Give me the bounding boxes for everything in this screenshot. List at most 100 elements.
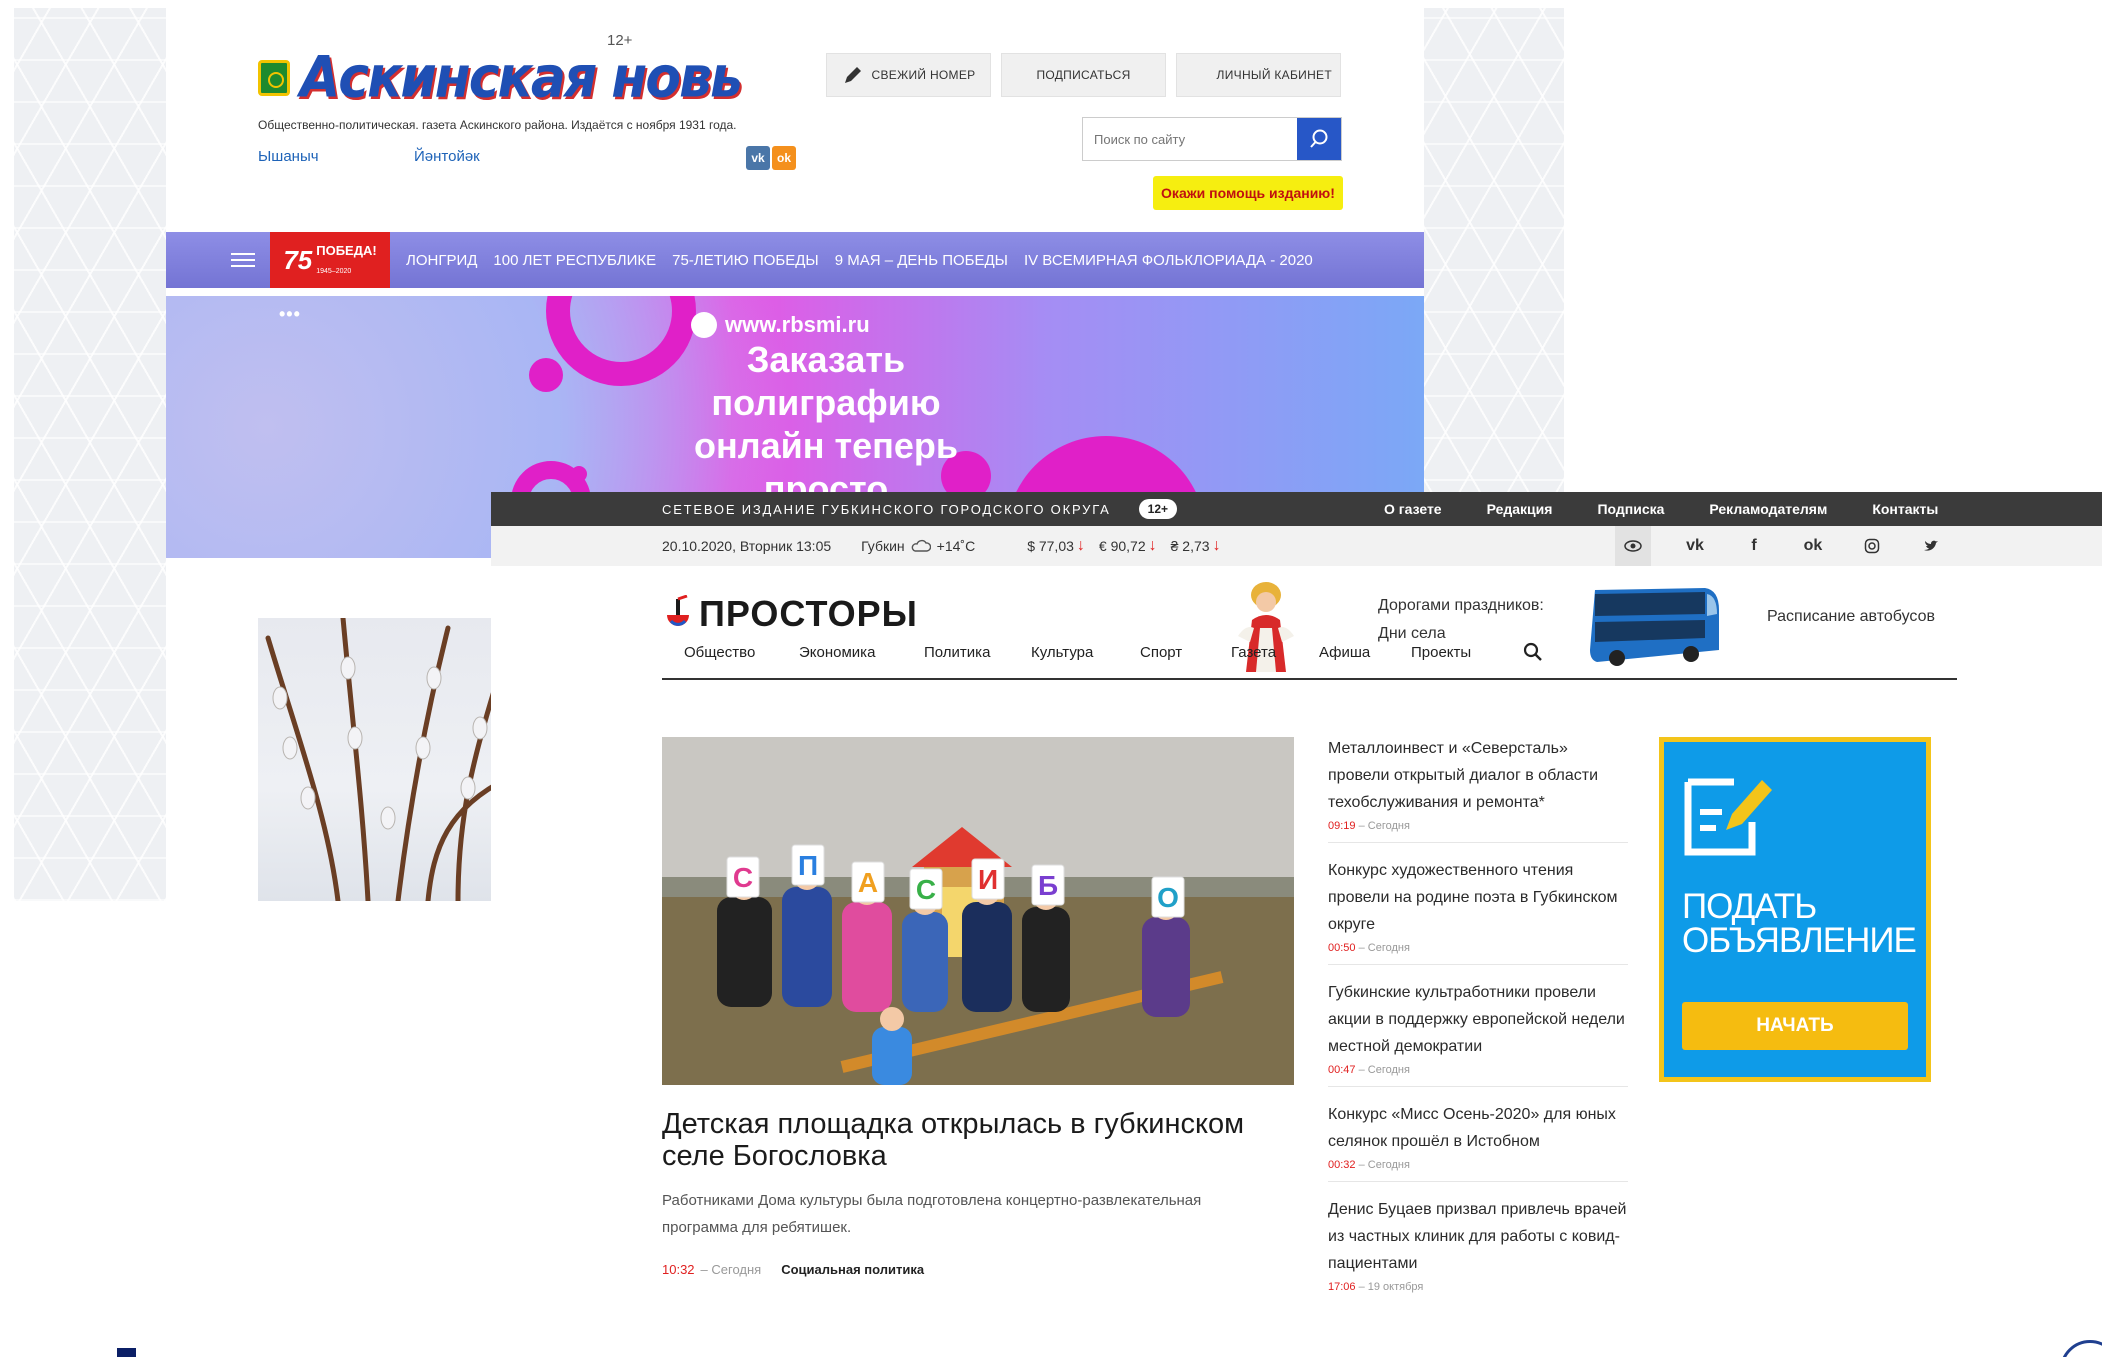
top-link-subscription[interactable]: Подписка: [1597, 501, 1664, 517]
list-item[interactable]: Металлоинвест и «Северсталь» провели отк…: [1328, 735, 1628, 843]
news-when: – Сегодня: [1358, 1064, 1410, 1076]
prostory-screenshot: СЕТЕВОЕ ИЗДАНИЕ ГУБКИНСКОГО ГОРОДСКОГО О…: [491, 492, 2102, 1357]
vk-icon[interactable]: vk: [746, 146, 770, 170]
banner-url-text: www.rbsmi.ru: [725, 312, 870, 337]
hero-photo[interactable]: С П А С И Б О: [662, 737, 1294, 1085]
nav-item-culture[interactable]: Культура: [1031, 644, 1093, 661]
personal-cabinet-label: ЛИЧНЫЙ КАБИНЕТ: [1216, 68, 1332, 82]
main-nav: 75 ПОБЕДА! 1945–2020 ЛОНГРИД 100 ЛЕТ РЕС…: [166, 232, 1424, 288]
subscribe-button[interactable]: ПОДПИСАТЬСЯ: [1001, 53, 1166, 97]
top-link-advertisers[interactable]: Рекламодателям: [1709, 501, 1827, 517]
top-link-editorial[interactable]: Редакция: [1487, 501, 1553, 517]
nav-item-afisha[interactable]: Афиша: [1319, 644, 1370, 661]
rate-uah: ₴ 2,73 ↓: [1171, 537, 1221, 555]
link-yantoyak[interactable]: Йәнтойәк: [414, 148, 480, 165]
search-icon[interactable]: [1523, 642, 1543, 662]
sign-letter: И: [978, 864, 998, 895]
search-input[interactable]: [1083, 118, 1297, 160]
news-when: – 19 октября: [1358, 1281, 1424, 1293]
age-rating: 12+: [607, 32, 633, 49]
ad-title-line: ПОДАТЬ: [1682, 887, 1817, 926]
nav-item-75-pobeda[interactable]: 75-ЛЕТИЮ ПОБЕДЫ: [672, 252, 819, 269]
rate-uah-value: ₴ 2,73: [1170, 538, 1210, 554]
hero-when: – Сегодня: [700, 1262, 762, 1277]
holidays-line: Дорогами праздников:: [1378, 597, 1544, 614]
fresh-issue-button[interactable]: СВЕЖИЙ НОМЕР: [826, 53, 991, 97]
site-logo[interactable]: Аскинская новь: [258, 45, 743, 111]
current-date: 20.10.2020, Вторник 13:05: [662, 538, 832, 554]
top-bar: СЕТЕВОЕ ИЗДАНИЕ ГУБКИНСКОГО ГОРОДСКОГО О…: [491, 492, 2102, 526]
list-item[interactable]: Губкинские культработники провели акции …: [1328, 979, 1628, 1087]
bus-schedule-link[interactable]: Расписание автобусов: [1767, 608, 1935, 626]
link-yshanych[interactable]: Ышаныч: [258, 148, 319, 165]
nav-divider: [662, 678, 1957, 680]
instagram-icon[interactable]: [1852, 526, 1892, 566]
personal-cabinet-button[interactable]: ЛИЧНЫЙ КАБИНЕТ: [1176, 53, 1341, 97]
tagline: Общественно-политическая. газета Аскинск…: [258, 118, 737, 132]
nav-item-longread[interactable]: ЛОНГРИД: [406, 252, 477, 269]
subscribe-label: ПОДПИСАТЬСЯ: [1036, 68, 1131, 82]
pobeda-number: 75: [283, 244, 313, 275]
ad-title: ПОДАТЬ ОБЪЯВЛЕНИЕ: [1682, 887, 1917, 958]
odnoklassniki-icon[interactable]: ok: [772, 146, 796, 170]
hero-time: 10:32: [662, 1262, 695, 1277]
list-item[interactable]: Денис Буцаев призвал привлечь врачей из …: [1328, 1196, 1628, 1303]
site-logo[interactable]: ПРОСТОРЫ: [663, 593, 918, 635]
banner-dots: •••: [279, 304, 301, 324]
top-link-contacts[interactable]: Контакты: [1872, 501, 1938, 517]
search-box: [1082, 117, 1342, 161]
nav-item-9-may[interactable]: 9 МАЯ – ДЕНЬ ПОБЕДЫ: [835, 252, 1008, 269]
menu-icon[interactable]: [231, 253, 255, 267]
search-icon: [1310, 129, 1328, 148]
pobeda-badge[interactable]: 75 ПОБЕДА! 1945–2020: [270, 232, 390, 288]
news-when: – Сегодня: [1358, 942, 1410, 954]
holidays-promo[interactable]: Дорогами праздников: Дни села: [1378, 592, 1544, 648]
start-button[interactable]: НАЧАТЬ: [1682, 1002, 1908, 1050]
nav-item-society[interactable]: Общество: [684, 644, 755, 661]
rate-eur: € 90,72 ↓: [1099, 537, 1157, 555]
hero-headline[interactable]: Детская площадка открылась в губкинском …: [662, 1108, 1302, 1172]
nav-item-economy[interactable]: Экономика: [799, 644, 875, 661]
news-list: Металлоинвест и «Северсталь» провели отк…: [1328, 735, 1628, 1317]
search-button[interactable]: [1297, 118, 1341, 160]
main-nav: Общество Экономика Политика Культура Спо…: [662, 644, 1957, 668]
banner-line: полиграфию: [711, 382, 941, 423]
vk-icon[interactable]: vk: [1675, 526, 1715, 566]
eye-icon[interactable]: [1615, 526, 1651, 566]
pobeda-label: ПОБЕДА!: [316, 243, 377, 258]
banner-circle: [571, 466, 587, 482]
weather: Губкин +14˚С: [861, 538, 975, 554]
odnoklassniki-icon[interactable]: ok: [1793, 526, 1833, 566]
edit-document-icon: [1684, 778, 1772, 856]
hero-lead: Работниками Дома культуры была подготовл…: [662, 1192, 1202, 1236]
nav-item-folkloriada[interactable]: IV ВСЕМИРНАЯ ФОЛЬКЛОРИАДА - 2020: [1024, 252, 1313, 269]
sign-letter: О: [1157, 882, 1179, 913]
top-link-about[interactable]: О газете: [1384, 501, 1442, 517]
nav-item-newspaper[interactable]: Газета: [1231, 644, 1276, 661]
willow-photo[interactable]: [258, 618, 508, 901]
edition-title: СЕТЕВОЕ ИЗДАНИЕ ГУБКИНСКОГО ГОРОДСКОГО О…: [662, 501, 1111, 517]
arrow-down-icon: ↓: [1076, 537, 1085, 554]
news-when: – Сегодня: [1358, 1159, 1410, 1171]
background-pattern: [14, 8, 166, 901]
hero-rubric-link[interactable]: Социальная политика: [781, 1262, 924, 1277]
news-time: 00:47: [1328, 1064, 1356, 1076]
collage: Аскинская новь 12+ Общественно-политичес…: [0, 0, 2102, 1357]
rate-usd-value: $ 77,03: [1027, 538, 1074, 554]
facebook-icon[interactable]: f: [1734, 526, 1774, 566]
nav-item-100-years[interactable]: 100 ЛЕТ РЕСПУБЛИКЕ: [493, 252, 656, 269]
twitter-icon[interactable]: [1911, 526, 1951, 566]
donate-button[interactable]: Окажи помощь изданию!: [1153, 176, 1343, 210]
nav-item-sport[interactable]: Спорт: [1140, 644, 1182, 661]
nav-item-projects[interactable]: Проекты: [1411, 644, 1471, 661]
news-title: Конкурс художественного чтения провели н…: [1328, 862, 1618, 933]
hero-meta: 10:32 – Сегодня Социальная политика: [662, 1262, 924, 1277]
news-time: 00:32: [1328, 1159, 1356, 1171]
list-item[interactable]: Конкурс «Мисс Осень-2020» для юных селян…: [1328, 1101, 1628, 1182]
age-badge: 12+: [1138, 499, 1178, 519]
nav-item-politics[interactable]: Политика: [924, 644, 990, 661]
arrow-down-icon: ↓: [1148, 537, 1157, 554]
post-ad-banner[interactable]: ПОДАТЬ ОБЪЯВЛЕНИЕ НАЧАТЬ: [1659, 737, 1931, 1082]
pencil-icon: [844, 67, 861, 83]
list-item[interactable]: Конкурс художественного чтения провели н…: [1328, 857, 1628, 965]
